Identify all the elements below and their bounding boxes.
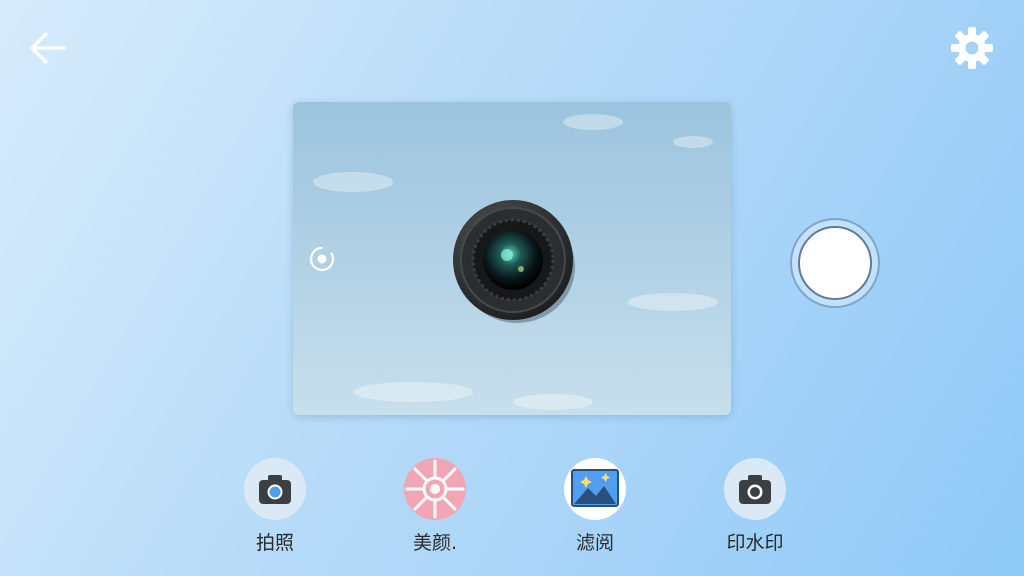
camera-preview[interactable] xyxy=(293,102,731,415)
mode-label: 滤阅 xyxy=(575,532,614,554)
mode-beauty[interactable]: 美颜. xyxy=(390,458,480,558)
arrow-left-icon xyxy=(30,32,66,64)
camera-icon xyxy=(724,458,786,520)
back-button[interactable] xyxy=(26,28,70,68)
mode-watermark[interactable]: 印水印 xyxy=(710,458,800,558)
beauty-flower-icon xyxy=(404,458,466,520)
mode-photo[interactable]: 拍照 xyxy=(230,458,320,558)
shutter-inner-circle xyxy=(798,226,872,300)
settings-button[interactable] xyxy=(948,24,996,72)
camera-lens xyxy=(453,200,575,323)
camera-icon xyxy=(244,458,306,520)
mode-label: 美颜. xyxy=(412,532,458,554)
switch-camera-button[interactable] xyxy=(307,244,337,274)
landscape-image-icon xyxy=(564,458,626,520)
mode-filter[interactable]: 滤阅 xyxy=(550,458,640,558)
mode-label: 印水印 xyxy=(726,532,784,554)
gear-icon xyxy=(951,27,993,69)
mode-label: 拍照 xyxy=(255,532,294,554)
shutter-button[interactable] xyxy=(790,218,880,308)
camera-switch-icon xyxy=(309,246,335,272)
